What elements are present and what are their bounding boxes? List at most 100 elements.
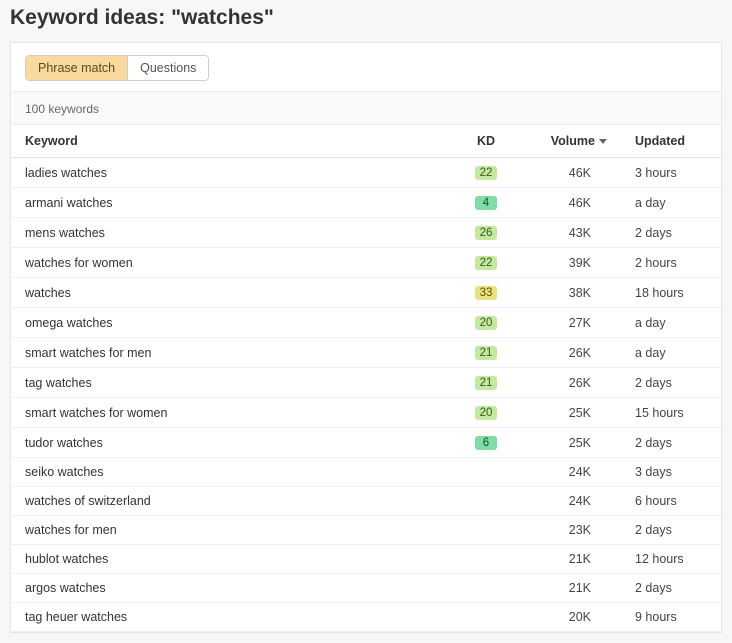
col-header-keyword[interactable]: Keyword: [11, 125, 451, 158]
keyword-link[interactable]: watches for women: [25, 256, 133, 270]
volume-cell: 43K: [521, 218, 621, 248]
table-row: tag watches 21 26K2 days: [11, 368, 721, 398]
keyword-link[interactable]: ladies watches: [25, 166, 107, 180]
tab-questions[interactable]: Questions: [127, 56, 208, 80]
kd-badge: 26: [475, 226, 498, 240]
keyword-link[interactable]: hublot watches: [25, 552, 108, 566]
kd-cell: [451, 458, 521, 487]
table-row: hublot watches 21K12 hours: [11, 545, 721, 574]
updated-cell: 2 hours: [621, 248, 721, 278]
volume-cell: 26K: [521, 368, 621, 398]
kd-cell: 21: [451, 368, 521, 398]
kd-badge: 22: [475, 256, 498, 270]
kd-badge: 20: [475, 406, 498, 420]
updated-cell: 2 days: [621, 428, 721, 458]
results-panel: Phrase match Questions 100 keywords Keyw…: [10, 42, 722, 633]
kd-badge: 20: [475, 316, 498, 330]
updated-cell: 18 hours: [621, 278, 721, 308]
kd-cell: [451, 545, 521, 574]
table-row: argos watches21K2 days: [11, 574, 721, 603]
updated-cell: 2 days: [621, 218, 721, 248]
volume-cell: 46K: [521, 188, 621, 218]
table-row: tag heuer watches 20K9 hours: [11, 603, 721, 632]
kd-cell: 4: [451, 188, 521, 218]
keyword-link[interactable]: watches for men: [25, 523, 117, 537]
col-header-volume[interactable]: Volume: [521, 125, 621, 158]
volume-cell: 25K: [521, 398, 621, 428]
kd-cell: 22: [451, 248, 521, 278]
kd-cell: 21: [451, 338, 521, 368]
kd-cell: [451, 487, 521, 516]
table-row: tudor watches 625K2 days: [11, 428, 721, 458]
updated-cell: a day: [621, 338, 721, 368]
keyword-link[interactable]: smart watches for women: [25, 406, 167, 420]
volume-cell: 21K: [521, 574, 621, 603]
table-row: smart watches for men 21 26Ka day: [11, 338, 721, 368]
col-header-volume-label: Volume: [551, 134, 595, 148]
updated-cell: 3 days: [621, 458, 721, 487]
kd-cell: 33: [451, 278, 521, 308]
kd-badge: 4: [475, 196, 497, 210]
keyword-link[interactable]: watches of switzerland: [25, 494, 151, 508]
updated-cell: 6 hours: [621, 487, 721, 516]
volume-cell: 39K: [521, 248, 621, 278]
table-row: omega watches 20 27Ka day: [11, 308, 721, 338]
keyword-link[interactable]: smart watches for men: [25, 346, 151, 360]
volume-cell: 27K: [521, 308, 621, 338]
updated-cell: 15 hours: [621, 398, 721, 428]
tab-phrase-match[interactable]: Phrase match: [26, 56, 127, 80]
volume-cell: 23K: [521, 516, 621, 545]
kd-badge: 21: [475, 376, 498, 390]
table-row: watches of switzerland 24K6 hours: [11, 487, 721, 516]
table-row: watches 33 38K18 hours: [11, 278, 721, 308]
title-term: "watches": [171, 6, 274, 29]
table-row: armani watches446Ka day: [11, 188, 721, 218]
table-row: watches for men 23K2 days: [11, 516, 721, 545]
kd-cell: 6: [451, 428, 521, 458]
tabs-group: Phrase match Questions: [25, 55, 209, 81]
updated-cell: a day: [621, 308, 721, 338]
kd-badge: 21: [475, 346, 498, 360]
tabs-row: Phrase match Questions: [11, 43, 721, 92]
updated-cell: 12 hours: [621, 545, 721, 574]
col-header-updated[interactable]: Updated: [621, 125, 721, 158]
keyword-link[interactable]: argos watches: [25, 581, 106, 595]
keyword-link[interactable]: seiko watches: [25, 465, 104, 479]
volume-cell: 26K: [521, 338, 621, 368]
kd-cell: 20: [451, 308, 521, 338]
kd-badge: 33: [475, 286, 498, 300]
table-row: mens watches 26 43K2 days: [11, 218, 721, 248]
keyword-link[interactable]: tudor watches: [25, 436, 103, 450]
kd-cell: 20: [451, 398, 521, 428]
volume-cell: 38K: [521, 278, 621, 308]
col-header-kd[interactable]: KD: [451, 125, 521, 158]
keyword-link[interactable]: tag watches: [25, 376, 92, 390]
keyword-link[interactable]: mens watches: [25, 226, 105, 240]
kd-cell: [451, 603, 521, 632]
page-title: Keyword ideas: "watches": [0, 0, 732, 42]
keyword-link[interactable]: tag heuer watches: [25, 610, 127, 624]
table-row: seiko watches 24K3 days: [11, 458, 721, 487]
kd-cell: [451, 574, 521, 603]
table-row: watches for women 22 39K2 hours: [11, 248, 721, 278]
updated-cell: 9 hours: [621, 603, 721, 632]
keyword-link[interactable]: armani watches: [25, 196, 113, 210]
keywords-table: Keyword KD Volume Updated ladies watches…: [11, 125, 721, 632]
table-row: smart watches for women 20 25K15 hours: [11, 398, 721, 428]
keyword-link[interactable]: omega watches: [25, 316, 113, 330]
updated-cell: 2 days: [621, 368, 721, 398]
table-row: ladies watches 22 46K3 hours: [11, 158, 721, 188]
volume-cell: 24K: [521, 458, 621, 487]
kd-badge: 22: [475, 166, 498, 180]
sort-desc-icon: [599, 139, 607, 144]
keyword-link[interactable]: watches: [25, 286, 71, 300]
updated-cell: 2 days: [621, 516, 721, 545]
volume-cell: 25K: [521, 428, 621, 458]
kd-cell: 22: [451, 158, 521, 188]
volume-cell: 20K: [521, 603, 621, 632]
volume-cell: 46K: [521, 158, 621, 188]
volume-cell: 21K: [521, 545, 621, 574]
volume-cell: 24K: [521, 487, 621, 516]
updated-cell: 3 hours: [621, 158, 721, 188]
kd-cell: [451, 516, 521, 545]
